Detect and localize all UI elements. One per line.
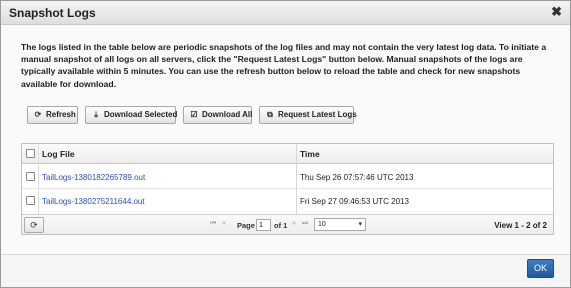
snapshot-logs-dialog: Snapshot Logs ✖ The logs listed in the t… xyxy=(0,0,571,288)
table-row[interactable]: TailLogs-1380182265789.out Thu Sep 26 07… xyxy=(22,165,553,189)
row-checkbox[interactable] xyxy=(26,196,35,205)
table-row[interactable]: TailLogs-1380275211644.out Fri Sep 27 09… xyxy=(22,189,553,213)
page-total-label: of 1 xyxy=(274,221,288,230)
last-page-icon[interactable]: ⏭ xyxy=(302,220,308,228)
dialog-title: Snapshot Logs xyxy=(9,6,96,20)
log-time: Fri Sep 27 09:46:53 UTC 2013 xyxy=(300,197,409,206)
refresh-icon: ⟳ xyxy=(34,110,42,119)
download-icon: ⤓ xyxy=(94,110,98,119)
prev-page-icon[interactable]: « xyxy=(222,220,226,227)
download-selected-label: Download Selected xyxy=(104,110,178,119)
dialog-footer: OK xyxy=(1,254,570,287)
view-info: View 1 - 2 of 2 xyxy=(494,221,547,230)
reload-icon[interactable]: ⟳ xyxy=(24,217,44,233)
checkbox-icon: ☑ xyxy=(190,110,198,119)
first-page-icon[interactable]: ⏮ xyxy=(210,220,216,228)
dialog-titlebar: Snapshot Logs ✖ xyxy=(1,1,570,25)
rows-per-page-select[interactable]: 10 ▾ xyxy=(314,218,366,231)
table-header: Log File Time xyxy=(22,144,553,164)
row-checkbox[interactable] xyxy=(26,172,35,181)
log-time: Thu Sep 26 07:57:46 UTC 2013 xyxy=(300,173,414,182)
download-all-button[interactable]: ☑ Download All xyxy=(183,106,252,124)
column-header-time[interactable]: Time xyxy=(300,149,320,159)
rows-per-page-value: 10 xyxy=(318,221,326,228)
chevron-down-icon: ▾ xyxy=(358,221,362,228)
download-selected-button[interactable]: ⤓ Download Selected xyxy=(85,106,178,124)
copy-icon: ⧉ xyxy=(267,110,273,119)
description-text: The logs listed in the table below are p… xyxy=(21,42,547,89)
page-number-input[interactable] xyxy=(256,219,271,231)
refresh-button[interactable]: ⟳ Refresh xyxy=(27,106,78,124)
select-all-checkbox[interactable] xyxy=(26,149,35,158)
log-file-link[interactable]: TailLogs-1380275211644.out xyxy=(42,197,145,206)
request-latest-logs-button[interactable]: ⧉ Request Latest Logs xyxy=(259,106,357,124)
next-page-icon[interactable]: » xyxy=(292,220,296,227)
pager: ⟳ ⏮ « Page of 1 » ⏭ 10 ▾ View 1 - 2 of 2 xyxy=(22,214,553,234)
page-label: Page xyxy=(237,221,255,230)
request-latest-logs-label: Request Latest Logs xyxy=(278,110,357,119)
ok-button[interactable]: OK xyxy=(527,259,554,278)
log-file-link[interactable]: TailLogs-1380182265789.out xyxy=(42,173,145,182)
download-all-label: Download All xyxy=(202,110,253,119)
column-header-log-file[interactable]: Log File xyxy=(42,149,75,159)
refresh-button-label: Refresh xyxy=(46,110,76,119)
log-table: Log File Time TailLogs-1380182265789.out… xyxy=(21,143,554,235)
close-icon[interactable]: ✖ xyxy=(551,4,562,20)
